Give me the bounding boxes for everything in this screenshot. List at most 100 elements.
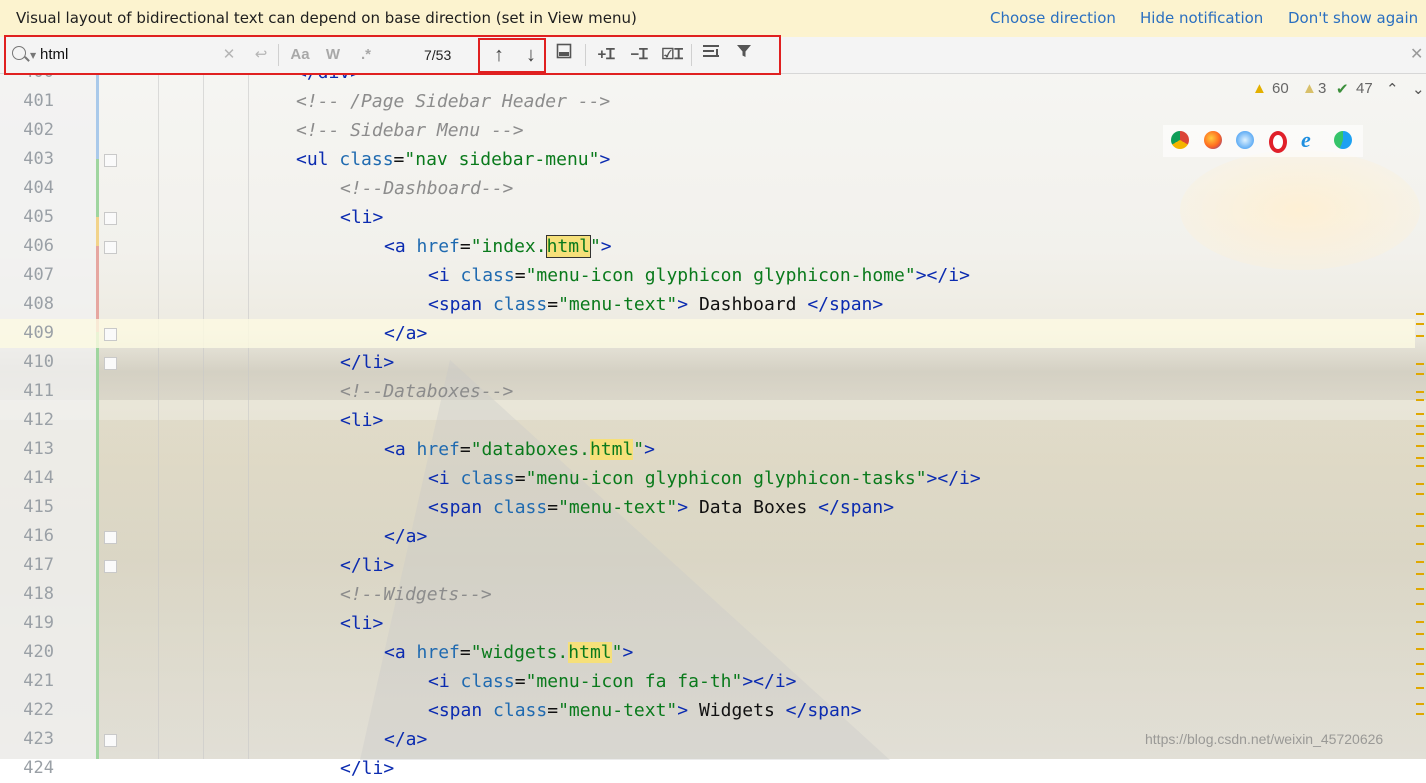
- typo-icon: ✔: [1336, 81, 1349, 98]
- code-line[interactable]: 406 <a href="index.html">: [0, 232, 1415, 261]
- code-line[interactable]: 419 <li>: [0, 609, 1415, 638]
- line-code: <i class="menu-icon glyphicon glyphicon-…: [428, 265, 970, 286]
- occurrence-marker[interactable]: [1416, 543, 1424, 545]
- error-stripe[interactable]: [1416, 73, 1426, 759]
- occurrence-marker[interactable]: [1416, 713, 1424, 715]
- ie-icon[interactable]: e: [1301, 129, 1319, 151]
- code-line[interactable]: 411 <!--Databoxes-->: [0, 377, 1415, 406]
- line-number: 407: [23, 265, 54, 285]
- line-number: 403: [23, 149, 54, 169]
- weak-warning-icon: ▲: [1302, 80, 1317, 97]
- fold-marker-icon[interactable]: [104, 531, 117, 544]
- fold-marker-icon[interactable]: [104, 357, 117, 370]
- line-code: <li>: [340, 207, 384, 228]
- hide-notification-link[interactable]: Hide notification: [1140, 0, 1263, 37]
- fold-marker-icon[interactable]: [104, 241, 117, 254]
- line-number: 420: [23, 642, 54, 662]
- occurrence-marker[interactable]: [1416, 561, 1424, 563]
- line-code: </li>: [340, 758, 395, 779]
- close-icon[interactable]: ✕: [1410, 44, 1423, 63]
- code-line[interactable]: 409 </a>: [0, 319, 1415, 348]
- occurrence-marker[interactable]: [1416, 588, 1424, 590]
- occurrence-marker[interactable]: [1416, 525, 1424, 527]
- dont-show-again-link[interactable]: Don't show again: [1288, 0, 1418, 37]
- occurrence-marker[interactable]: [1416, 573, 1424, 575]
- occurrence-marker[interactable]: [1416, 373, 1424, 375]
- occurrence-marker[interactable]: [1416, 621, 1424, 623]
- line-number: 419: [23, 613, 54, 633]
- occurrence-marker[interactable]: [1416, 483, 1424, 485]
- line-number: 408: [23, 294, 54, 314]
- fold-marker-icon[interactable]: [104, 328, 117, 341]
- code-line[interactable]: 401 <!-- /Page Sidebar Header -->: [0, 87, 1415, 116]
- occurrence-marker[interactable]: [1416, 465, 1424, 467]
- code-line[interactable]: 410 </li>: [0, 348, 1415, 377]
- occurrence-marker[interactable]: [1416, 335, 1424, 337]
- navigation-arrows-highlight-box: [478, 38, 546, 73]
- code-line[interactable]: 418 <!--Widgets-->: [0, 580, 1415, 609]
- line-code: </li>: [340, 555, 395, 576]
- occurrence-marker[interactable]: [1416, 703, 1424, 705]
- code-line[interactable]: 412 <li>: [0, 406, 1415, 435]
- line-code: <span class="menu-text"> Widgets </span>: [428, 700, 862, 721]
- fold-marker-icon[interactable]: [104, 560, 117, 573]
- occurrence-marker[interactable]: [1416, 633, 1424, 635]
- chevron-up-icon[interactable]: ⌃: [1386, 80, 1399, 98]
- warning-icon: ▲: [1252, 80, 1267, 97]
- code-line[interactable]: 424 </li>: [0, 754, 1415, 783]
- fold-marker-icon[interactable]: [104, 734, 117, 747]
- code-line[interactable]: 416 </a>: [0, 522, 1415, 551]
- code-editor[interactable]: 400</div>401<!-- /Page Sidebar Header --…: [0, 62, 1426, 779]
- occurrence-marker[interactable]: [1416, 663, 1424, 665]
- fold-marker-icon[interactable]: [104, 212, 117, 225]
- notification-message: Visual layout of bidirectional text can …: [16, 9, 637, 27]
- line-code: <a href="index.html">: [384, 235, 612, 258]
- code-line[interactable]: 413 <a href="databoxes.html">: [0, 435, 1415, 464]
- find-toolbar-highlight-box: [4, 35, 781, 75]
- fold-marker-icon[interactable]: [104, 154, 117, 167]
- code-line[interactable]: 420 <a href="widgets.html">: [0, 638, 1415, 667]
- code-line[interactable]: 421 <i class="menu-icon fa fa-th"></i>: [0, 667, 1415, 696]
- line-code: <!--Dashboard-->: [340, 178, 514, 199]
- code-line[interactable]: 408 <span class="menu-text"> Dashboard </…: [0, 290, 1415, 319]
- code-line[interactable]: 422 <span class="menu-text"> Widgets </sp…: [0, 696, 1415, 725]
- bidi-notification-bar: Visual layout of bidirectional text can …: [0, 0, 1426, 38]
- edge-icon[interactable]: [1334, 131, 1352, 149]
- occurrence-marker[interactable]: [1416, 363, 1424, 365]
- occurrence-marker[interactable]: [1416, 391, 1424, 393]
- choose-direction-link[interactable]: Choose direction: [990, 0, 1116, 37]
- occurrence-marker[interactable]: [1416, 445, 1424, 447]
- occurrence-marker[interactable]: [1416, 493, 1424, 495]
- opera-icon[interactable]: [1269, 131, 1287, 153]
- line-code: <ul class="nav sidebar-menu">: [296, 149, 611, 170]
- code-line[interactable]: 405 <li>: [0, 203, 1415, 232]
- line-number: 412: [23, 410, 54, 430]
- occurrence-marker[interactable]: [1416, 323, 1424, 325]
- typo-count: 47: [1356, 80, 1373, 97]
- occurrence-marker[interactable]: [1416, 425, 1424, 427]
- occurrence-marker[interactable]: [1416, 513, 1424, 515]
- line-code: <!-- Sidebar Menu -->: [296, 120, 524, 141]
- occurrence-marker[interactable]: [1416, 687, 1424, 689]
- occurrence-marker[interactable]: [1416, 433, 1424, 435]
- occurrence-marker[interactable]: [1416, 457, 1424, 459]
- occurrence-marker[interactable]: [1416, 413, 1424, 415]
- code-line[interactable]: 414 <i class="menu-icon glyphicon glyphic…: [0, 464, 1415, 493]
- occurrence-marker[interactable]: [1416, 399, 1424, 401]
- code-line[interactable]: 407 <i class="menu-icon glyphicon glyphic…: [0, 261, 1415, 290]
- occurrence-marker[interactable]: [1416, 648, 1424, 650]
- occurrence-marker[interactable]: [1416, 313, 1424, 315]
- line-code: </li>: [340, 352, 395, 373]
- code-line[interactable]: 415 <span class="menu-text"> Data Boxes <…: [0, 493, 1415, 522]
- firefox-icon[interactable]: [1204, 131, 1222, 149]
- occurrence-marker[interactable]: [1416, 673, 1424, 675]
- browser-preview-bar: e: [1163, 125, 1363, 157]
- line-code: <!--Databoxes-->: [340, 381, 514, 402]
- line-code: <!-- /Page Sidebar Header -->: [296, 91, 611, 112]
- code-line[interactable]: 404 <!--Dashboard-->: [0, 174, 1415, 203]
- safari-icon[interactable]: [1236, 131, 1254, 149]
- code-line[interactable]: 417 </li>: [0, 551, 1415, 580]
- occurrence-marker[interactable]: [1416, 603, 1424, 605]
- chrome-icon[interactable]: [1171, 131, 1189, 149]
- line-code: </a>: [384, 323, 428, 344]
